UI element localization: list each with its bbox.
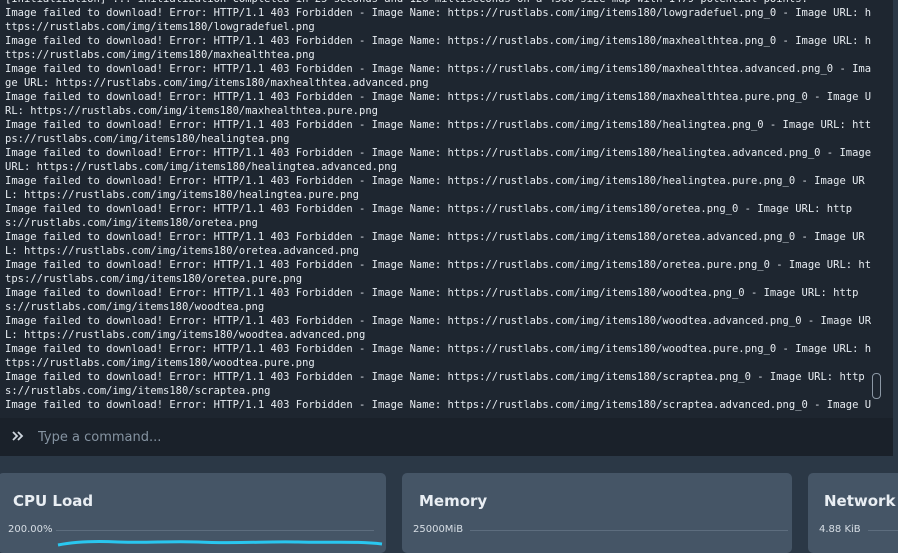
memory-gridline [470, 530, 788, 531]
console-line: Image failed to download! Error: HTTP/1.… [5, 91, 872, 117]
cpu-load-graph [57, 539, 383, 547]
network-card: Network 4.88 KiB [808, 473, 898, 553]
network-value: 4.88 KiB [819, 524, 861, 535]
console-panel: [Initialization] ... initialization comp… [0, 0, 893, 456]
console-lines: [Initialization] ... initialization comp… [5, 0, 873, 414]
command-bar [0, 418, 893, 456]
scrollbar-thumb[interactable] [872, 373, 881, 399]
network-title: Network [824, 492, 896, 510]
console-line: Image failed to download! Error: HTTP/1.… [5, 315, 872, 341]
console-line: Image failed to download! Error: HTTP/1.… [5, 231, 865, 257]
network-gridline [868, 530, 898, 531]
console-log[interactable]: [Initialization] ... initialization comp… [0, 0, 880, 414]
console-line: Image failed to download! Error: HTTP/1.… [5, 35, 872, 61]
console-line: Image failed to download! Error: HTTP/1.… [5, 287, 859, 313]
cpu-gridline [56, 530, 374, 531]
double-chevron-right-icon [12, 431, 24, 441]
console-line: Image failed to download! Error: HTTP/1.… [5, 399, 872, 414]
console-line: Image failed to download! Error: HTTP/1.… [5, 203, 853, 229]
console-line: Image failed to download! Error: HTTP/1.… [5, 343, 872, 369]
console-line: Image failed to download! Error: HTTP/1.… [5, 371, 865, 397]
console-line: Image failed to download! Error: HTTP/1.… [5, 259, 872, 285]
console-line: Image failed to download! Error: HTTP/1.… [5, 7, 872, 33]
memory-title: Memory [419, 492, 488, 510]
command-input[interactable] [36, 425, 860, 449]
memory-card: Memory 25000MiB [402, 473, 792, 553]
cpu-load-card: CPU Load 200.00% [0, 473, 386, 553]
console-line: Image failed to download! Error: HTTP/1.… [5, 63, 872, 89]
cpu-load-title: CPU Load [13, 492, 94, 510]
console-line: Image failed to download! Error: HTTP/1.… [5, 119, 872, 145]
console-line: Image failed to download! Error: HTTP/1.… [5, 147, 878, 173]
memory-value: 25000MiB [413, 524, 464, 535]
console-line: Image failed to download! Error: HTTP/1.… [5, 175, 865, 201]
